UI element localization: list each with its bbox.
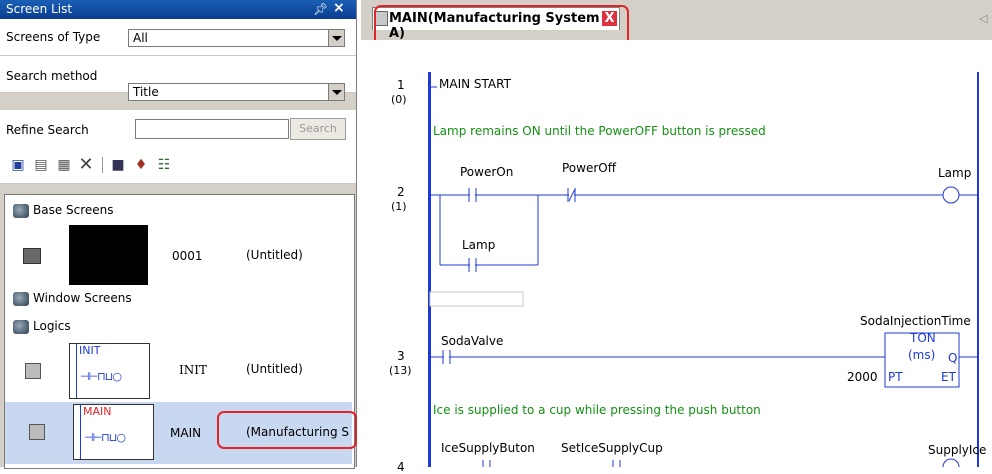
icesupplybutton-label: IceSupplyButon [441,441,535,455]
contact-gap [470,190,475,200]
pin-icon[interactable]: 📌︎ [313,2,328,16]
folder-icon [13,291,29,306]
timer-unit: (ms) [908,348,936,362]
folder-icon [13,203,29,218]
thumb-label: INIT [79,344,101,357]
refine-search-input[interactable] [135,119,289,139]
screens-of-type-row: Screens of Type All [0,19,356,56]
logic-name: INIT [179,363,207,377]
contact-gap [444,352,449,362]
rung-comment: Lamp remains ON until the PowerOFF butto… [433,124,766,138]
poweron-label: PowerOn [460,165,514,179]
contact-gap [470,260,475,270]
rung-label: MAIN START [439,77,511,91]
chevron-down-icon[interactable] [328,84,344,100]
highlight-callout [217,411,357,449]
scroll-left-icon[interactable]: ◁ [979,12,987,25]
rung-number: 2 [397,185,405,199]
list-item-base-0001[interactable]: 0001 (Untitled) [5,223,352,289]
copy-screen-icon[interactable]: ▤ [33,157,49,173]
ladder-editor[interactable]: 1 (0) MAIN START Lamp remains ON until t… [361,40,992,474]
timer-preset: 2000 [847,370,878,384]
category-window-screens[interactable]: Window Screens [13,291,132,306]
category-base-screens[interactable]: Base Screens [13,203,114,218]
new-screen-icon[interactable]: ▣ [10,157,26,173]
base-screen-icon [23,248,41,264]
supplyice-coil [942,458,960,467]
timer-pt: PT [888,370,903,384]
category-label: Base Screens [33,203,114,217]
category-label: Window Screens [33,291,132,305]
screen-list-toolbar: ▣ ▤ ▦ ✕ ■ ♦ ☷ [0,147,356,184]
screen-list-titlebar: Screen List 📌︎ × [0,0,356,19]
logic-name: MAIN [170,426,202,440]
timer-et: ET [941,370,956,384]
search-method-row: Search method Title [0,56,356,101]
lamp-contact-label: Lamp [462,238,496,252]
refine-search-label: Refine Search [6,123,89,137]
right-power-rail [977,72,979,467]
rung-number: 3 [397,349,405,363]
logic-thumbnail: MAIN ⊣⊢⊓⊔○ [73,404,154,460]
category-logics[interactable]: Logics [13,319,71,334]
screens-of-type-value: All [133,31,148,45]
screen-thumbnail [69,225,148,285]
sodavalve-label: SodaValve [441,334,504,348]
logic-icon[interactable]: ☷ [156,157,172,173]
screens-of-type-select[interactable]: All [128,29,345,47]
category-label: Logics [33,319,71,333]
thumb-rail [80,405,81,459]
rung-step: (1) [391,200,407,213]
timer-name: SodaInjectionTime [860,314,971,328]
lamp-coil-label: Lamp [938,166,972,180]
seticesupplycup-label: SetIceSupplyCup [561,441,663,455]
thumb-label: MAIN [83,405,112,418]
rung-step: (13) [389,364,412,377]
logic-program-icon [29,424,45,440]
logic-program-icon [25,363,41,379]
screen-list-panel: Screen List 📌︎ × Screens of Type All Sea… [0,0,357,469]
screen-title: (Untitled) [246,248,303,262]
timer-type: TON [910,331,936,345]
search-button[interactable]: Search [290,118,346,140]
supplyice-label: SupplyIce [928,443,987,457]
chevron-down-icon[interactable] [328,30,344,46]
search-method-select[interactable]: Title [128,83,345,101]
rung-number: 4 [397,460,405,474]
search-method-value: Title [133,85,159,99]
left-power-rail [428,72,431,467]
screen-list-title: Screen List [6,2,73,16]
empty-comment-box [429,291,524,307]
open-screen-icon[interactable]: ■ [110,157,126,173]
screens-of-type-label: Screens of Type [6,30,101,44]
lamp-coil [942,186,960,204]
toolbar-divider [102,157,103,173]
close-icon[interactable]: × [333,0,345,16]
poweroff-label: PowerOff [562,161,616,175]
rung-step: (0) [391,93,407,106]
paste-screen-icon[interactable]: ▦ [56,157,72,173]
timer-q: Q [948,351,958,365]
search-method-label: Search method [6,69,98,83]
rung-number: 1 [397,78,405,92]
delete-icon[interactable]: ✕ [78,156,94,174]
logic-title: (Untitled) [246,362,303,376]
thumb-rail [76,344,77,398]
folder-icon [13,319,29,334]
thumb-ladder: ⊣⊢⊓⊔○ [84,431,126,444]
screen-number: 0001 [172,249,203,263]
thumb-ladder: ⊣⊢⊓⊔○ [80,370,122,383]
rung-comment: Ice is supplied to a cup while pressing … [433,403,761,417]
logic-thumbnail: INIT ⊣⊢⊓⊔○ [69,343,150,399]
screen-properties-icon[interactable]: ♦ [133,157,149,173]
list-item-logic-init[interactable]: INIT ⊣⊢⊓⊔○ INIT (Untitled) [5,341,352,401]
